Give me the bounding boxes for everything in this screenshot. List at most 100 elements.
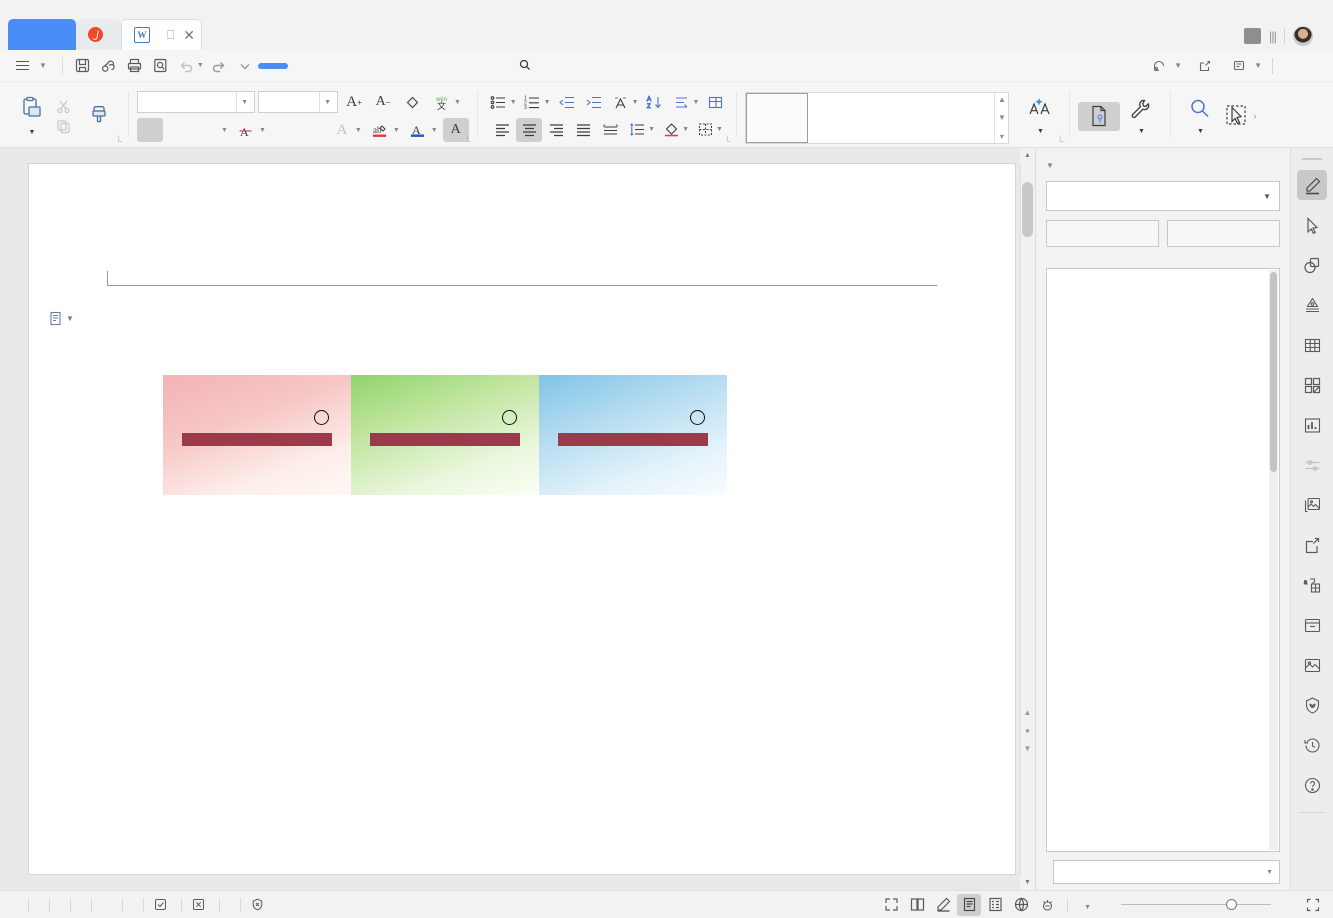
fullscreen-icon[interactable]: [879, 894, 903, 916]
clipboard-dialog-launcher[interactable]: └: [116, 136, 122, 146]
export-share-icon[interactable]: [1297, 530, 1327, 560]
shading-dropdown-icon[interactable]: ▼: [682, 126, 689, 133]
tab-document[interactable]: W ⎕ ✕: [121, 19, 202, 50]
cut-button[interactable]: [53, 98, 78, 115]
format-painter-button[interactable]: [78, 101, 120, 132]
undo-dropdown-icon[interactable]: ▼: [197, 62, 204, 69]
share-button[interactable]: [1192, 56, 1222, 76]
document-pane[interactable]: ▼: [0, 148, 1035, 890]
menu-item-view[interactable]: [376, 63, 398, 69]
increase-indent-icon[interactable]: [581, 91, 607, 115]
shield-leaf-icon[interactable]: [1297, 690, 1327, 720]
paste-button[interactable]: ▼: [11, 94, 53, 139]
zoom-level[interactable]: ▼: [1084, 898, 1091, 912]
styles-list-container[interactable]: [1046, 268, 1280, 852]
cover-image-1[interactable]: [163, 375, 351, 495]
customize-quick-access-icon[interactable]: [232, 53, 258, 79]
scroll-up-icon[interactable]: ▲: [998, 95, 1006, 104]
numbered-list-icon[interactable]: 123: [520, 91, 546, 115]
select-browse-object-icon[interactable]: ●: [1025, 726, 1030, 735]
font-name-combobox[interactable]: ▼: [137, 91, 255, 113]
archive-box-icon[interactable]: [1297, 610, 1327, 640]
menu-item-find[interactable]: [508, 55, 544, 76]
highlight-button[interactable]: ab: [367, 118, 393, 142]
edit-pen-icon[interactable]: [931, 894, 955, 916]
status-spellcheck[interactable]: [144, 898, 181, 911]
styles-gallery-scrollbar[interactable]: ▲ ▼ ▾: [994, 93, 1008, 143]
text-tools-button[interactable]: ▼: [1120, 95, 1162, 138]
scroll-down-icon[interactable]: ▼: [1020, 875, 1035, 890]
paragraph-marks-dropdown-icon[interactable]: ▼: [693, 99, 700, 106]
decrease-indent-icon[interactable]: [554, 91, 580, 115]
tab-minimize-icon[interactable]: ⎕: [167, 28, 174, 43]
document-page[interactable]: ▼: [29, 164, 1015, 874]
fit-page-icon[interactable]: [1301, 894, 1325, 916]
comment-button[interactable]: ▼: [1226, 56, 1268, 76]
menu-item-references[interactable]: [332, 63, 354, 69]
tab-template[interactable]: [76, 19, 121, 50]
scroll-page-nav[interactable]: ▲ ● ▼: [1021, 708, 1034, 753]
strikethrough-dropdown-icon[interactable]: ▼: [259, 127, 266, 134]
scroll-down-icon[interactable]: ▼: [998, 113, 1006, 122]
eye-protect-icon[interactable]: [1035, 894, 1059, 916]
document-scrollbar[interactable]: ▲ ▲ ● ▼ ▼: [1020, 148, 1035, 890]
style-normal[interactable]: [746, 93, 808, 143]
outline-view-icon[interactable]: [983, 894, 1007, 916]
sort-icon[interactable]: AZ: [642, 91, 668, 115]
line-spacing-dropdown-icon[interactable]: ▼: [648, 126, 655, 133]
rail-drag-handle[interactable]: [1302, 158, 1322, 160]
menu-item-security[interactable]: [420, 63, 442, 69]
new-tab-button[interactable]: [202, 19, 230, 50]
file-menu-button[interactable]: ▼: [8, 61, 55, 71]
asian-layout-dropdown-icon[interactable]: ▼: [632, 99, 639, 106]
align-left-icon[interactable]: [489, 118, 515, 142]
new-style-button[interactable]: ▼: [1019, 95, 1061, 138]
history-clock-icon[interactable]: [1297, 730, 1327, 760]
doc-assistant-button[interactable]: [1078, 102, 1120, 131]
menu-item-page-layout[interactable]: [310, 63, 332, 69]
zoom-slider-thumb[interactable]: [1226, 899, 1237, 910]
shrink-font-button[interactable]: A−: [370, 90, 396, 114]
pinyin-dropdown-icon[interactable]: ▼: [454, 99, 461, 106]
shapes-icon[interactable]: [1297, 250, 1327, 280]
menu-item-dev-tools[interactable]: [442, 63, 464, 69]
avatar[interactable]: [1293, 26, 1313, 46]
web-view-icon[interactable]: [1009, 894, 1033, 916]
ribbon-overflow-icon[interactable]: ›: [1251, 111, 1256, 121]
shading-icon[interactable]: [658, 118, 684, 142]
font-dialog-launcher[interactable]: └: [464, 136, 470, 146]
bold-button[interactable]: [137, 118, 163, 142]
zoom-slider[interactable]: [1121, 904, 1271, 906]
menu-item-special-features[interactable]: [464, 63, 486, 69]
apps-grid-icon[interactable]: [1297, 370, 1327, 400]
two-page-icon[interactable]: [905, 894, 929, 916]
next-page-icon[interactable]: ▼: [1024, 744, 1032, 753]
paragraph-dialog-launcher[interactable]: └: [724, 136, 730, 146]
textbook-cover-images[interactable]: [163, 375, 727, 495]
subscript-button[interactable]: [300, 118, 326, 142]
font-size-combobox[interactable]: ▼: [258, 91, 338, 113]
distribute-icon[interactable]: [597, 118, 623, 142]
justify-icon[interactable]: [570, 118, 596, 142]
page-view-icon[interactable]: [957, 894, 981, 916]
menu-item-review[interactable]: [354, 63, 376, 69]
clear-format-icon[interactable]: [399, 90, 425, 114]
gallery-expand-icon[interactable]: ▾: [1000, 132, 1004, 141]
style-heading-2[interactable]: [870, 93, 932, 143]
current-style-combobox[interactable]: ▼: [1046, 181, 1280, 211]
table-grid-icon[interactable]: [1297, 330, 1327, 360]
clear-format-panel-button[interactable]: [1167, 220, 1280, 247]
cloud-sync-icon[interactable]: [96, 53, 122, 79]
align-right-icon[interactable]: [543, 118, 569, 142]
style-heading-1[interactable]: [808, 93, 870, 143]
strikethrough-button[interactable]: A: [233, 118, 259, 142]
image-icon[interactable]: [1297, 650, 1327, 680]
select-button[interactable]: [1221, 102, 1251, 131]
notification-badge[interactable]: [1244, 28, 1261, 44]
highlight-dropdown-icon[interactable]: ▼: [393, 127, 400, 134]
menu-item-insert[interactable]: [288, 63, 310, 69]
help-circle-icon[interactable]: [1297, 770, 1327, 800]
scrollbar-thumb[interactable]: [1022, 182, 1033, 237]
cursor-select-icon[interactable]: [1297, 210, 1327, 240]
picture-library-icon[interactable]: [1297, 490, 1327, 520]
